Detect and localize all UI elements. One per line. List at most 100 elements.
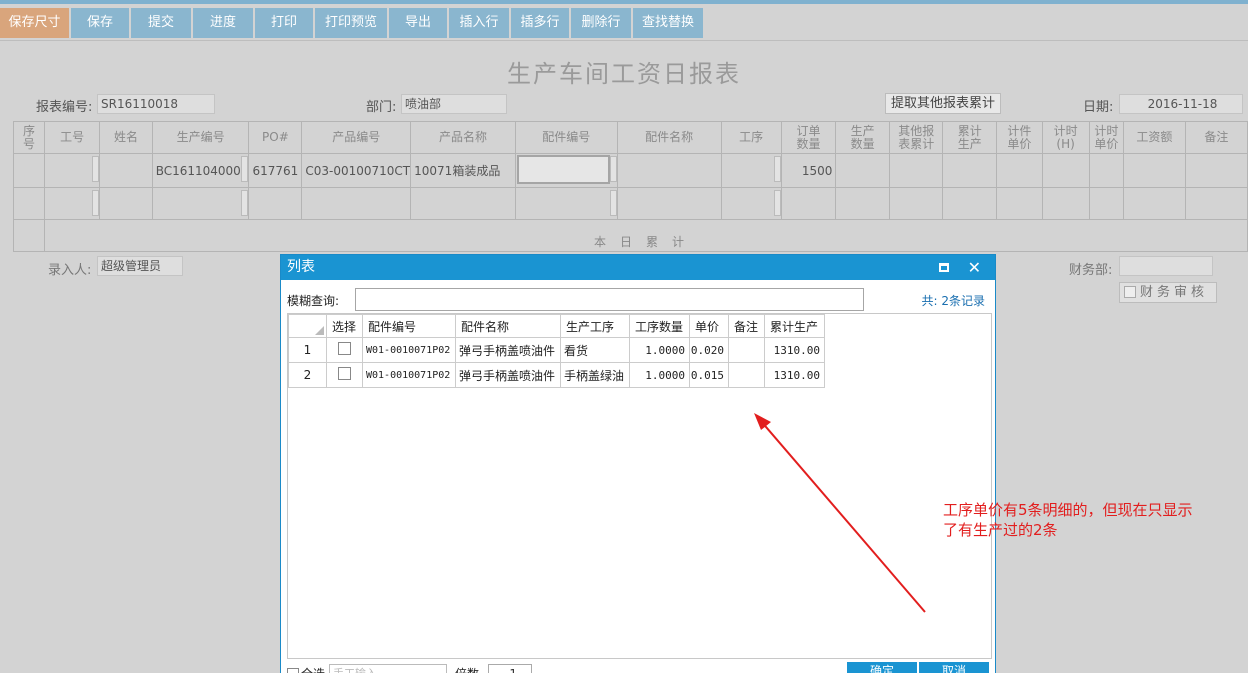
grid-cell[interactable] bbox=[942, 153, 998, 188]
picker-icon[interactable] bbox=[241, 190, 248, 216]
insert-multi-rows-button[interactable]: 插多行 bbox=[511, 8, 569, 38]
manual-input[interactable]: 手工输入 bbox=[329, 664, 447, 673]
row-checkbox[interactable] bbox=[338, 367, 351, 380]
grid-cell[interactable] bbox=[248, 187, 303, 220]
col-header[interactable]: 产品编号 bbox=[301, 121, 412, 154]
maximize-icon[interactable] bbox=[939, 263, 949, 272]
grid-cell[interactable] bbox=[942, 187, 998, 220]
grid-cell[interactable] bbox=[99, 153, 153, 188]
grid-cell[interactable] bbox=[616, 187, 722, 220]
col-header[interactable]: 生产工序 bbox=[560, 314, 630, 338]
col-header[interactable]: PO# bbox=[248, 121, 303, 154]
active-cell-editor[interactable] bbox=[516, 155, 610, 184]
col-header[interactable]: 工序数量 bbox=[629, 314, 690, 338]
select-cell[interactable] bbox=[326, 337, 363, 363]
col-header[interactable]: 备注 bbox=[728, 314, 765, 338]
col-header[interactable]: 配件编号 bbox=[514, 121, 618, 154]
col-header[interactable]: 订单数量 bbox=[780, 121, 837, 154]
col-header[interactable]: 计时单价 bbox=[1088, 121, 1125, 154]
grid-cell[interactable] bbox=[1123, 153, 1186, 188]
col-header[interactable]: 累计生产 bbox=[764, 314, 825, 338]
col-header[interactable]: 计件单价 bbox=[996, 121, 1043, 154]
fuzzy-query-input[interactable] bbox=[355, 288, 864, 311]
col-header[interactable]: 工号 bbox=[43, 121, 101, 154]
col-header[interactable]: 生产数量 bbox=[835, 121, 890, 154]
submit-button[interactable]: 提交 bbox=[131, 8, 191, 38]
grid-cell[interactable] bbox=[720, 153, 782, 188]
grid-cell-active[interactable] bbox=[514, 153, 618, 188]
grid-cell[interactable] bbox=[410, 187, 516, 220]
extract-other-reports-button[interactable]: 提取其他报表累计 bbox=[885, 93, 1001, 114]
finance-audit-checkbox[interactable]: 财务审核 bbox=[1119, 282, 1217, 303]
grid-cell[interactable] bbox=[43, 187, 101, 220]
grid-cell[interactable] bbox=[616, 153, 722, 188]
dialog-title-bar[interactable]: 列表 ✕ bbox=[281, 255, 995, 280]
col-header[interactable]: 工序 bbox=[720, 121, 782, 154]
col-header[interactable]: 生产编号 bbox=[151, 121, 250, 154]
grid-cell[interactable] bbox=[835, 153, 890, 188]
grid-cell[interactable] bbox=[996, 187, 1043, 220]
picker-icon[interactable] bbox=[773, 190, 781, 216]
grid-cell[interactable] bbox=[1088, 187, 1125, 220]
print-preview-button[interactable]: 打印预览 bbox=[315, 8, 387, 38]
select-all-corner[interactable] bbox=[288, 314, 327, 338]
grid-cell[interactable]: 10071箱装成品 bbox=[410, 153, 516, 188]
grid-cell[interactable] bbox=[514, 187, 618, 220]
col-header[interactable]: 配件编号 bbox=[362, 314, 456, 338]
grid-cell[interactable]: C03-00100710CT bbox=[301, 153, 412, 188]
col-header[interactable]: 工资额 bbox=[1123, 121, 1186, 154]
grid-cell[interactable] bbox=[996, 153, 1043, 188]
col-header[interactable]: 单价 bbox=[689, 314, 729, 338]
export-button[interactable]: 导出 bbox=[389, 8, 447, 38]
col-header[interactable]: 配件名称 bbox=[455, 314, 561, 338]
grid-cell[interactable] bbox=[888, 187, 944, 220]
grid-cell[interactable] bbox=[1184, 153, 1248, 188]
grid-cell[interactable] bbox=[99, 187, 153, 220]
col-header[interactable]: 计时(H) bbox=[1041, 121, 1090, 154]
dept-field[interactable]: 喷油部 bbox=[401, 94, 507, 114]
grid-cell[interactable] bbox=[13, 187, 45, 220]
picker-icon[interactable] bbox=[609, 156, 617, 182]
table-row[interactable]: 2 W01-0010071P02 弹弓手柄盖喷油件 手柄盖绿油 1.0000 0… bbox=[288, 362, 825, 388]
col-header[interactable]: 累计生产 bbox=[942, 121, 998, 154]
grid-cell[interactable] bbox=[1184, 187, 1248, 220]
finance-field[interactable] bbox=[1119, 256, 1213, 276]
col-header[interactable]: 产品名称 bbox=[410, 121, 516, 154]
ok-button[interactable]: 确定 bbox=[847, 662, 917, 673]
picker-icon[interactable] bbox=[773, 156, 781, 182]
grid-cell[interactable] bbox=[1041, 153, 1090, 188]
save-size-button[interactable]: 保存尺寸 bbox=[0, 8, 69, 38]
find-replace-button[interactable]: 查找替换 bbox=[633, 8, 703, 38]
grid-cell[interactable] bbox=[780, 187, 837, 220]
col-header[interactable]: 配件名称 bbox=[616, 121, 722, 154]
insert-row-button[interactable]: 插入行 bbox=[449, 8, 509, 38]
grid-cell[interactable] bbox=[1041, 187, 1090, 220]
select-cell[interactable] bbox=[326, 362, 363, 388]
col-header[interactable]: 备注 bbox=[1184, 121, 1248, 154]
grid-cell[interactable] bbox=[1123, 187, 1186, 220]
grid-cell[interactable] bbox=[13, 153, 45, 188]
grid-cell[interactable] bbox=[1088, 153, 1125, 188]
col-header[interactable]: 序号 bbox=[13, 121, 45, 154]
grid-cell[interactable]: BC1611040002 bbox=[151, 153, 250, 188]
grid-cell[interactable] bbox=[43, 153, 101, 188]
close-icon[interactable]: ✕ bbox=[968, 255, 981, 280]
col-header[interactable]: 其他报表累计 bbox=[888, 121, 944, 154]
save-button[interactable]: 保存 bbox=[71, 8, 129, 38]
report-no-field[interactable]: SR16110018 bbox=[97, 94, 215, 114]
col-header[interactable]: 姓名 bbox=[99, 121, 153, 154]
grid-cell[interactable]: 1500 bbox=[780, 153, 837, 188]
grid-cell[interactable]: 617761 bbox=[248, 153, 303, 188]
table-row[interactable]: 1 W01-0010071P02 弹弓手柄盖喷油件 看货 1.0000 0.02… bbox=[288, 337, 825, 363]
progress-button[interactable]: 进度 bbox=[193, 8, 253, 38]
entry-person-field[interactable]: 超级管理员 bbox=[97, 256, 183, 276]
col-header[interactable]: 选择 bbox=[326, 314, 363, 338]
grid-cell[interactable] bbox=[151, 187, 250, 220]
print-button[interactable]: 打印 bbox=[255, 8, 313, 38]
grid-cell[interactable] bbox=[888, 153, 944, 188]
delete-row-button[interactable]: 删除行 bbox=[571, 8, 631, 38]
row-checkbox[interactable] bbox=[338, 342, 351, 355]
picker-icon[interactable] bbox=[609, 190, 617, 216]
date-field[interactable]: 2016-11-18 bbox=[1119, 94, 1243, 114]
multiplier-stepper[interactable]: 1 bbox=[488, 664, 532, 673]
